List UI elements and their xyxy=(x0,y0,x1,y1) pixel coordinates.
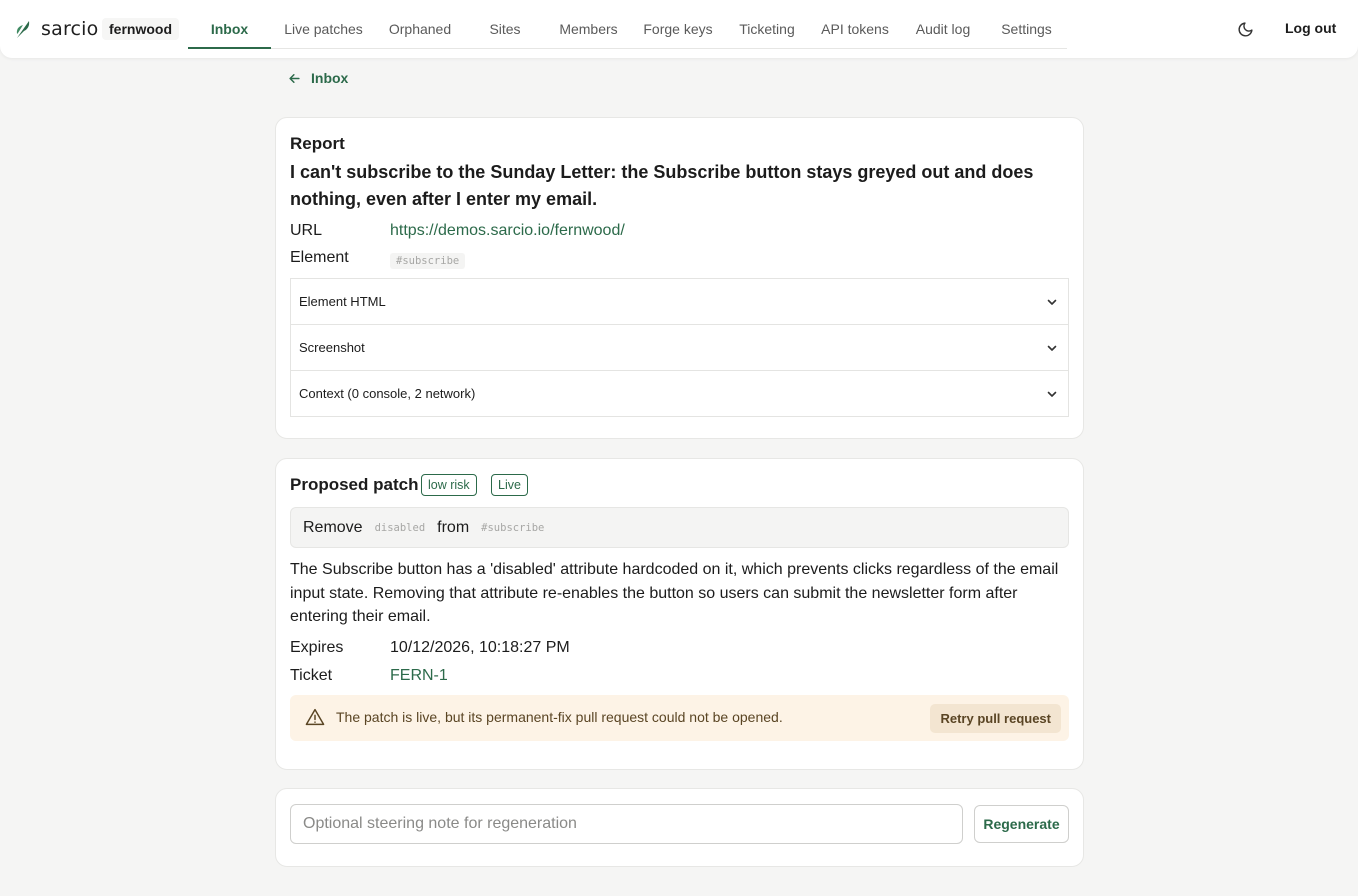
regenerate-button[interactable]: Regenerate xyxy=(974,805,1069,843)
tab-api-tokens[interactable]: API tokens xyxy=(818,0,892,49)
top-bar: sarcio fernwood Inbox Live patches Orpha… xyxy=(0,0,1358,58)
element-label: Element xyxy=(290,249,349,266)
report-title: I can't subscribe to the Sunday Letter: … xyxy=(290,162,1034,209)
warning-triangle-icon xyxy=(305,708,325,726)
url-label: URL xyxy=(290,222,323,239)
org-name[interactable]: fernwood xyxy=(102,18,179,40)
tab-settings[interactable]: Settings xyxy=(996,0,1057,49)
patch-preposition: from xyxy=(437,518,470,536)
ticket-link[interactable]: FERN-1 xyxy=(390,667,448,685)
tab-members[interactable]: Members xyxy=(553,0,624,49)
back-link-label: Inbox xyxy=(311,70,349,86)
moon-icon[interactable] xyxy=(1237,21,1254,38)
report-url-link[interactable]: https://demos.sarcio.io/fernwood/ xyxy=(390,222,625,240)
section-element-html[interactable]: Element HTML xyxy=(290,278,1069,325)
tab-sites[interactable]: Sites xyxy=(483,0,527,49)
patch-attribute: disabled xyxy=(374,521,426,534)
element-selector: #subscribe xyxy=(390,251,466,269)
tab-forge-keys[interactable]: Forge keys xyxy=(640,0,716,49)
tab-ticketing[interactable]: Ticketing xyxy=(734,0,800,49)
report-card: Report I can't subscribe to the Sunday L… xyxy=(275,117,1084,439)
report-heading: Report xyxy=(290,134,345,153)
tab-orphaned[interactable]: Orphaned xyxy=(383,0,457,49)
section-label: Screenshot xyxy=(299,340,365,355)
tab-audit-log[interactable]: Audit log xyxy=(912,0,974,49)
patch-verb: Remove xyxy=(303,518,363,536)
brand[interactable]: sarcio xyxy=(15,19,99,39)
section-label: Element HTML xyxy=(299,294,386,309)
section-screenshot[interactable]: Screenshot xyxy=(290,324,1069,371)
arrow-left-icon xyxy=(289,73,300,83)
patch-description: The Subscribe button has a 'disabled' at… xyxy=(290,561,1059,625)
logout-button[interactable]: Log out xyxy=(1285,20,1336,36)
alert-message: The patch is live, but its permanent-fix… xyxy=(336,709,783,725)
element-selector-code: #subscribe xyxy=(390,253,466,269)
pr-warning-alert: The patch is live, but its permanent-fix… xyxy=(290,695,1069,741)
patch-summary: Remove disabled from #subscribe xyxy=(290,507,1069,548)
expires-value: 10/12/2026, 10:18:27 PM xyxy=(390,639,570,656)
tab-live-patches[interactable]: Live patches xyxy=(276,0,371,49)
tab-inbox[interactable]: Inbox xyxy=(188,0,271,49)
retry-pull-request-button[interactable]: Retry pull request xyxy=(930,704,1061,733)
leaf-logo-icon xyxy=(16,21,30,38)
risk-badge: low risk xyxy=(421,474,477,496)
expires-label: Expires xyxy=(290,639,344,656)
main-nav: Inbox Live patches Orphaned Sites Member… xyxy=(188,0,1067,49)
patch-card: Proposed patch low risk Live Remove disa… xyxy=(275,458,1084,770)
chevron-down-icon xyxy=(1047,345,1057,351)
ticket-label: Ticket xyxy=(290,667,333,684)
regenerate-card: Regenerate xyxy=(275,788,1084,867)
section-label: Context (0 console, 2 network) xyxy=(299,386,476,401)
patch-heading: Proposed patch xyxy=(290,475,419,494)
patch-target: #subscribe xyxy=(481,521,545,534)
brand-name: sarcio xyxy=(41,18,99,40)
section-context[interactable]: Context (0 console, 2 network) xyxy=(290,370,1069,417)
chevron-down-icon xyxy=(1047,391,1057,397)
back-link[interactable]: Inbox xyxy=(287,70,348,86)
chevron-down-icon xyxy=(1047,299,1057,305)
status-badge: Live xyxy=(491,474,528,496)
steering-note-input[interactable] xyxy=(290,804,963,844)
